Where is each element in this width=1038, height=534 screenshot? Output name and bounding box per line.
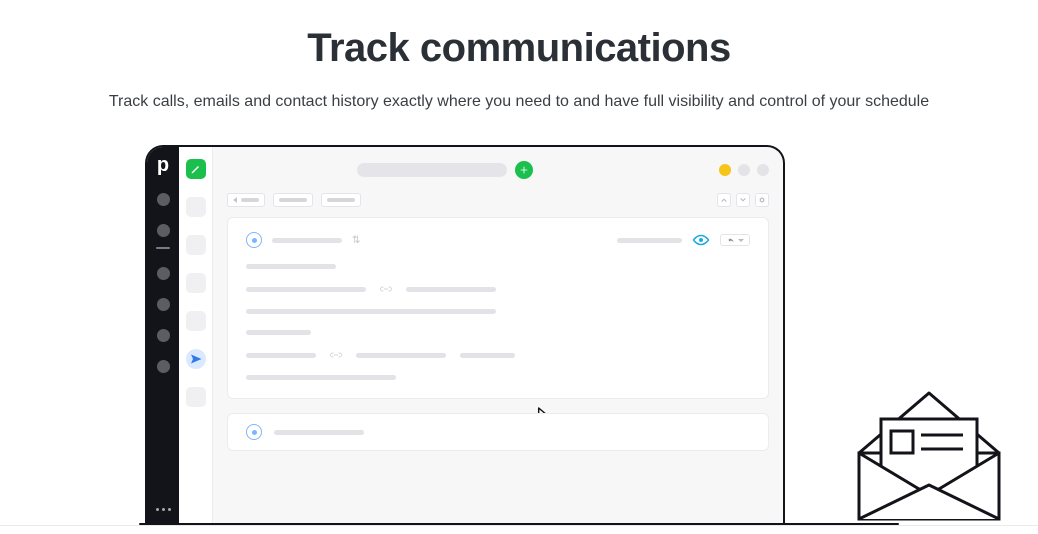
search-input[interactable] xyxy=(357,163,507,177)
toolbar-chip[interactable] xyxy=(321,193,361,207)
page-subtitle: Track calls, emails and contact history … xyxy=(0,93,1038,111)
chevron-up-icon xyxy=(720,196,728,204)
app-window: p xyxy=(145,145,785,525)
person-icon xyxy=(246,424,262,440)
status-dot-yellow xyxy=(719,164,731,176)
chevron-down-icon xyxy=(739,196,747,204)
secondary-nav xyxy=(179,147,213,525)
text-placeholder xyxy=(356,353,446,358)
nav-item[interactable] xyxy=(157,360,170,373)
nav-item[interactable] xyxy=(157,193,170,206)
gear-icon xyxy=(758,196,766,204)
eye-icon[interactable] xyxy=(692,234,710,246)
reply-button[interactable] xyxy=(720,234,750,246)
status-dot xyxy=(738,164,750,176)
page-title: Track communications xyxy=(0,26,1038,71)
plus-icon xyxy=(519,165,529,175)
text-placeholder xyxy=(246,309,496,314)
person-icon xyxy=(246,232,262,248)
compose-button[interactable] xyxy=(186,159,206,179)
detail-card: ⇅ xyxy=(227,217,769,399)
toolbar xyxy=(227,193,769,207)
text-placeholder xyxy=(246,375,396,380)
nav-item[interactable] xyxy=(157,224,170,237)
link-icon xyxy=(330,351,342,359)
topbar xyxy=(227,157,769,183)
logo[interactable]: p xyxy=(157,155,169,175)
nav-item[interactable] xyxy=(157,267,170,280)
text-placeholder xyxy=(246,353,316,358)
nav-more[interactable] xyxy=(156,508,171,511)
add-button[interactable] xyxy=(515,161,533,179)
composer-card[interactable] xyxy=(227,413,769,451)
nav-item[interactable] xyxy=(157,329,170,342)
meta-placeholder xyxy=(617,238,682,243)
send-icon xyxy=(190,353,202,365)
envelope-illustration xyxy=(839,375,1019,525)
text-placeholder xyxy=(246,264,336,269)
secondary-nav-item[interactable] xyxy=(186,197,206,217)
send-button[interactable] xyxy=(186,349,206,369)
recipient-placeholder xyxy=(274,430,364,435)
secondary-nav-item[interactable] xyxy=(186,273,206,293)
main-area: ⇅ xyxy=(213,147,783,525)
nav-item[interactable] xyxy=(157,298,170,311)
nav-separator xyxy=(156,247,170,249)
title-placeholder xyxy=(272,238,342,243)
settings-button[interactable] xyxy=(755,193,769,207)
sort-icon[interactable]: ⇅ xyxy=(352,235,359,246)
status-dot xyxy=(757,164,769,176)
sort-down-button[interactable] xyxy=(736,193,750,207)
secondary-nav-item[interactable] xyxy=(186,311,206,331)
text-placeholder xyxy=(246,287,366,292)
text-placeholder xyxy=(406,287,496,292)
link-icon xyxy=(380,285,392,293)
reply-icon xyxy=(726,236,736,244)
window-dots xyxy=(719,164,769,176)
app-illustration: p xyxy=(109,145,929,525)
pencil-icon xyxy=(190,163,202,175)
back-button[interactable] xyxy=(227,193,265,207)
toolbar-chip[interactable] xyxy=(273,193,313,207)
text-placeholder xyxy=(460,353,515,358)
secondary-nav-item[interactable] xyxy=(186,387,206,407)
sort-up-button[interactable] xyxy=(717,193,731,207)
divider xyxy=(0,525,1038,526)
secondary-nav-item[interactable] xyxy=(186,235,206,255)
text-placeholder xyxy=(246,330,311,335)
primary-nav: p xyxy=(147,147,179,525)
